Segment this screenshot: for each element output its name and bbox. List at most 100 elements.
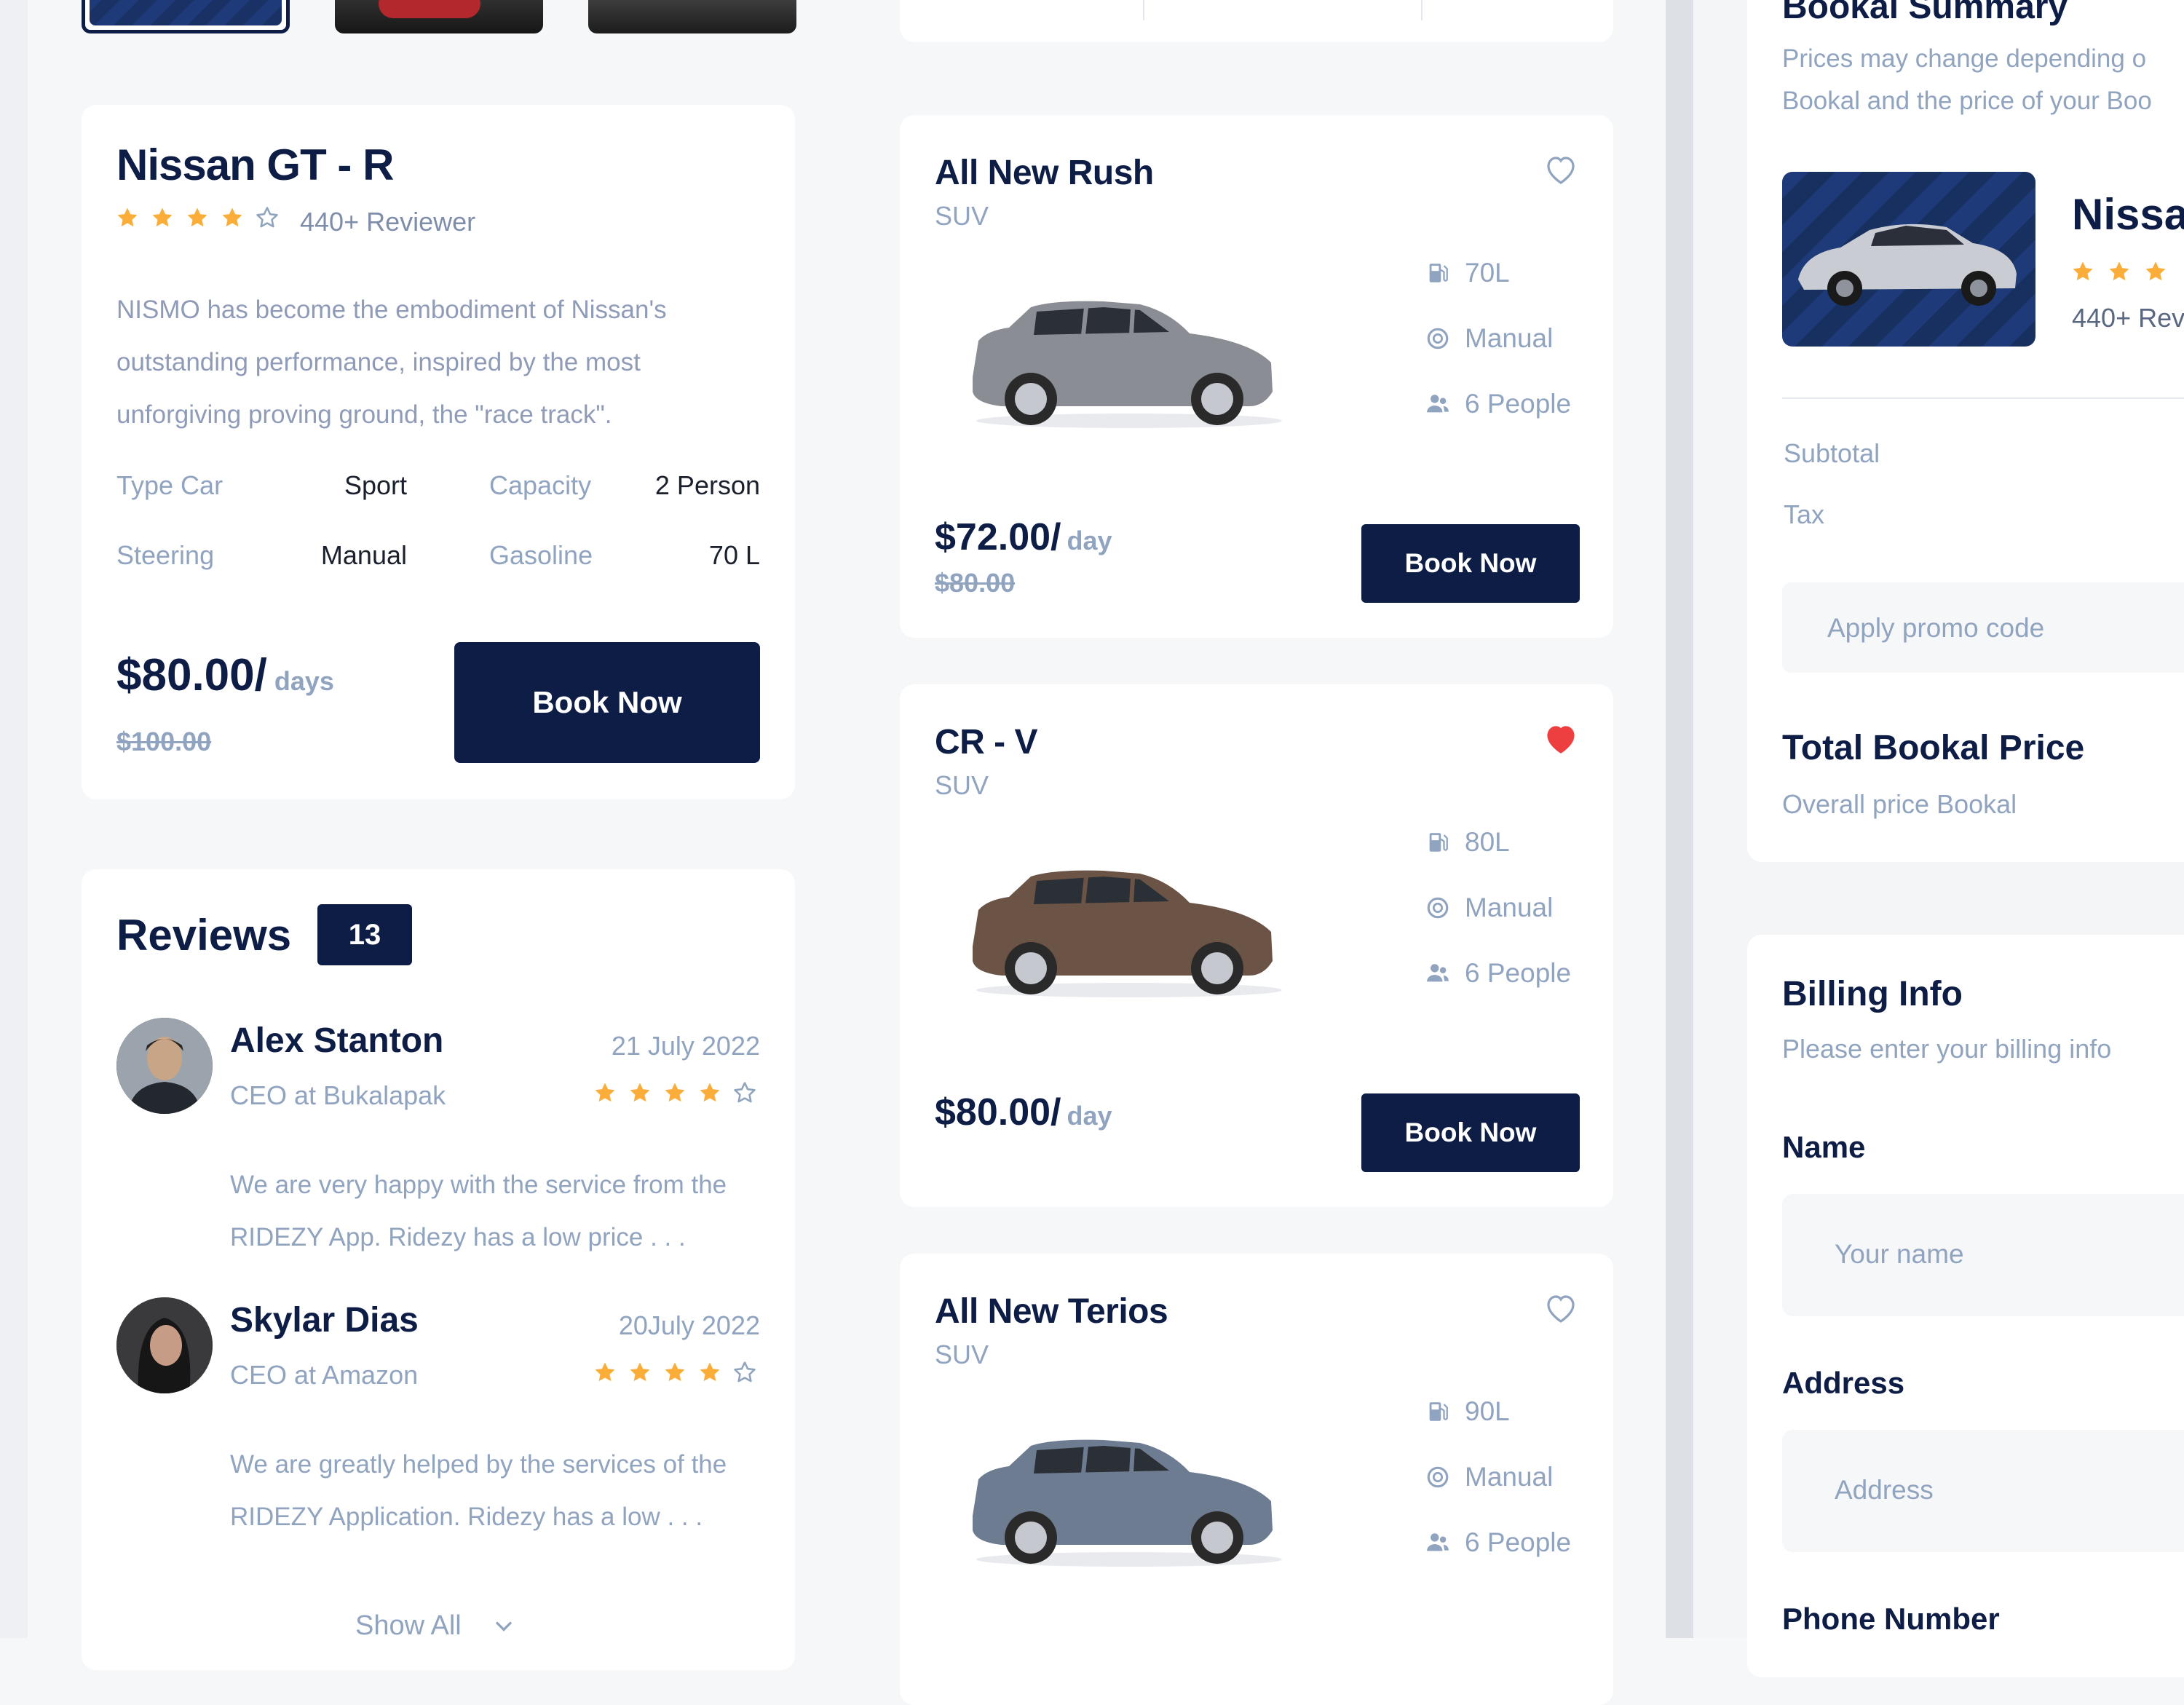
book-now-button[interactable]: Book Now [454, 642, 760, 763]
address-label: Address [1782, 1366, 1905, 1400]
steering-wheel-icon [1425, 895, 1450, 920]
book-now-button[interactable]: Book Now [1361, 1093, 1580, 1172]
star-filled-icon [220, 205, 245, 230]
divider [1421, 0, 1423, 20]
address-input[interactable]: Address [1782, 1430, 2184, 1552]
thumbnail-interior-2[interactable] [588, 0, 796, 33]
star-filled-icon [628, 1080, 652, 1105]
reviewer-count: 440+ Reviewer [300, 207, 476, 237]
fuel-capacity: 70L [1465, 258, 1510, 288]
car-type: SUV [935, 201, 989, 231]
old-price: $100.00 [116, 727, 212, 756]
price-value: $80.00/ [935, 1091, 1061, 1134]
steering-type: Manual [1465, 323, 1554, 353]
spec-label-capacity: Capacity [489, 470, 592, 500]
name-input[interactable]: Your name [1782, 1194, 2184, 1316]
show-all-label: Show All [355, 1610, 462, 1641]
book-now-button[interactable]: Book Now [1361, 524, 1580, 603]
summary-car-name: Nissa [2072, 190, 2184, 239]
summary-reviewer-count: 440+ Rev [2072, 303, 2184, 333]
tax-label: Tax [1784, 499, 1825, 529]
spec-value-steering: Manual [320, 540, 407, 570]
reviewer-name: Skylar Dias [230, 1301, 419, 1340]
reviews-title: Reviews [116, 911, 292, 960]
people-icon [1425, 1530, 1450, 1555]
car-image [958, 290, 1300, 435]
review-rating-stars [593, 1360, 767, 1389]
people-icon [1425, 392, 1450, 416]
thumbnail-interior-1[interactable] [335, 0, 543, 33]
car-card[interactable]: All New Terios SUV 90L Manual 6 People [900, 1254, 1613, 1705]
show-all-link[interactable]: Show All [355, 1610, 517, 1642]
spec-value-gasoline: 70 L [708, 540, 760, 570]
star-empty-icon [732, 1080, 757, 1105]
star-filled-icon [628, 1360, 652, 1385]
subtotal-label: Subtotal [1784, 438, 1880, 468]
avatar [116, 1297, 213, 1393]
car-name: Nissan GT - R [116, 141, 394, 189]
fuel-capacity: 80L [1465, 827, 1510, 857]
spec-label-type: Type Car [116, 470, 223, 500]
star-filled-icon [2107, 259, 2132, 284]
gas-station-icon [1425, 1399, 1450, 1424]
divider [1143, 0, 1144, 20]
steering-wheel-icon [1425, 1465, 1450, 1490]
address-placeholder: Address [1835, 1475, 1934, 1505]
heart-filled-icon[interactable] [1543, 722, 1578, 754]
review-text: We are very happy with the service from … [230, 1171, 727, 1251]
star-filled-icon [662, 1080, 687, 1105]
rating-stars [115, 205, 290, 234]
car-image [958, 859, 1300, 1005]
summary-rating-stars [2070, 259, 2184, 288]
review-text: We are greatly helped by the services of… [230, 1450, 727, 1531]
fuel-capacity: 90L [1465, 1396, 1510, 1426]
star-filled-icon [697, 1080, 722, 1105]
car-detail-card: Nissan GT - R 440+ Reviewer NISMO has be… [82, 105, 795, 799]
summary-car-image [1782, 172, 2035, 347]
star-empty-icon [255, 205, 280, 230]
booking-summary-card: Bookal Summary Prices may change dependi… [1747, 0, 2184, 862]
name-label: Name [1782, 1130, 1866, 1164]
chevron-down-icon [496, 1621, 512, 1631]
heart-icon[interactable] [1543, 1291, 1578, 1324]
spec-value-capacity: 2 Person [654, 470, 760, 500]
star-filled-icon [593, 1080, 617, 1105]
car-card[interactable]: CR - V SUV 80L Manual 6 People $80.00/ d… [900, 684, 1613, 1207]
reviewer-role: CEO at Bukalapak [230, 1080, 446, 1110]
seat-capacity: 6 People [1465, 1527, 1572, 1557]
promo-placeholder: Apply promo code [1827, 613, 2045, 643]
price-unit: days [274, 666, 334, 696]
phone-label: Phone Number [1782, 1602, 2000, 1636]
thumbnail-selected[interactable] [82, 0, 290, 33]
price-unit: day [1067, 526, 1112, 555]
people-icon [1425, 961, 1450, 986]
price-value: $72.00/ [935, 516, 1061, 558]
price-value: $80.00/ [116, 650, 267, 700]
billing-title: Billing Info [1782, 975, 1963, 1013]
gas-station-icon [1425, 830, 1450, 855]
star-filled-icon [185, 205, 210, 230]
car-type: SUV [935, 770, 989, 800]
reviewer-role: CEO at Amazon [230, 1360, 419, 1390]
spec-value-type: Sport [344, 470, 407, 500]
promo-input[interactable]: Apply promo code [1782, 582, 2184, 673]
review-date: 20July 2022 [618, 1310, 760, 1340]
car-price: $72.00/day [935, 515, 1112, 559]
divider [1782, 397, 2184, 399]
billing-subtitle: Please enter your billing info [1782, 1034, 2112, 1064]
star-filled-icon [662, 1360, 687, 1385]
search-summary-card [900, 0, 1613, 42]
review-rating-stars [593, 1080, 767, 1109]
column-divider [1666, 0, 1693, 1638]
billing-info-card: Billing Info Please enter your billing i… [1747, 935, 2184, 1677]
review-date: 21 July 2022 [611, 1031, 760, 1061]
reviews-card: Reviews 13 Alex Stanton CEO at Bukalapak… [82, 869, 795, 1670]
car-name: CR - V [935, 723, 1038, 761]
car-card[interactable]: All New Rush SUV 70L Manual 6 People $72… [900, 115, 1613, 638]
heart-icon[interactable] [1543, 153, 1578, 185]
star-filled-icon [2143, 259, 2168, 284]
star-empty-icon [732, 1360, 757, 1385]
price: $80.00/days [116, 649, 334, 701]
car-name: All New Terios [935, 1292, 1168, 1331]
steering-wheel-icon [1425, 326, 1450, 351]
